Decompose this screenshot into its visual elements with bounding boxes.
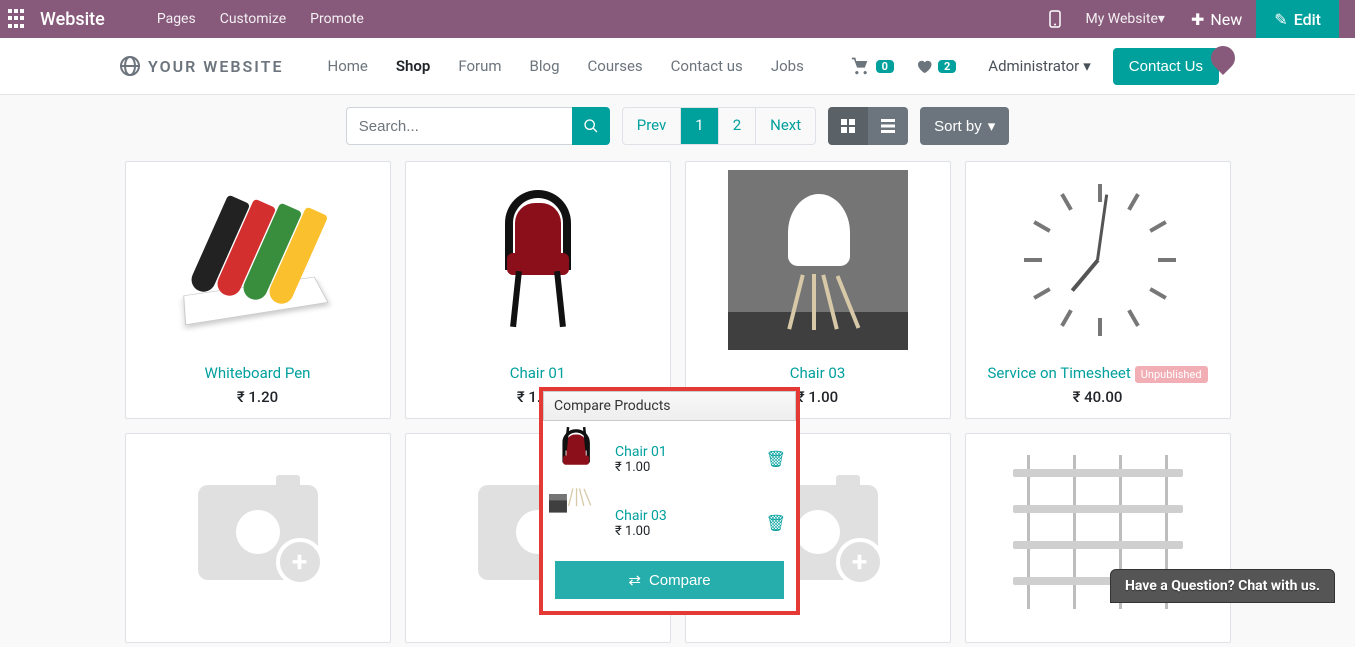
pencil-icon: ✎ <box>1274 10 1287 29</box>
topbar: Website Pages Customize Promote My Websi… <box>0 0 1355 38</box>
mobile-preview-icon[interactable] <box>1037 2 1073 36</box>
sort-label: Sort by <box>934 118 982 135</box>
product-card[interactable] <box>965 433 1231 643</box>
edit-button[interactable]: ✎ Edit <box>1256 0 1339 38</box>
product-card[interactable]: Chair 01 ₹ 1.00 <box>405 161 671 419</box>
product-name[interactable]: Service on Timesheet Unpublished <box>987 364 1207 382</box>
unpublished-badge: Unpublished <box>1135 366 1208 383</box>
wishlist-count: 2 <box>938 60 956 73</box>
view-switch <box>828 107 908 145</box>
chat-widget[interactable]: Have a Question? Chat with us. <box>1110 569 1335 603</box>
cart-icon <box>850 56 872 76</box>
trash-icon[interactable]: 🗑 <box>766 450 786 469</box>
nav-courses[interactable]: Courses <box>574 49 657 83</box>
compare-item: Chair 01 ₹ 1.00 🗑 <box>549 427 790 491</box>
nav-promote[interactable]: Promote <box>298 3 376 35</box>
site-name: YOUR WEBSITE <box>148 57 284 76</box>
plus-icon: ✚ <box>1191 10 1204 29</box>
search-box <box>346 107 610 145</box>
search-input[interactable] <box>346 107 572 145</box>
product-name-text: Service on Timesheet <box>987 364 1130 382</box>
swap-icon: ⇄ <box>628 571 641 589</box>
shop-controls: Prev 1 2 Next Sort by ▾ <box>0 95 1355 157</box>
nav-home[interactable]: Home <box>314 49 382 83</box>
admin-dropdown[interactable]: Administrator ▾ <box>976 49 1103 83</box>
grid-icon <box>841 119 855 133</box>
nav-forum[interactable]: Forum <box>444 49 515 83</box>
product-price: ₹ 40.00 <box>1073 388 1123 406</box>
chevron-down-icon: ▾ <box>988 117 996 135</box>
wishlist-button[interactable]: 2 <box>914 57 956 75</box>
search-icon <box>583 118 599 134</box>
compare-item: Chair 03 ₹ 1.00 🗑 <box>549 491 790 555</box>
new-button[interactable]: ✚ New <box>1177 0 1256 38</box>
site-header: YOUR WEBSITE Home Shop Forum Blog Course… <box>0 38 1355 95</box>
chevron-down-icon: ▾ <box>1158 11 1165 27</box>
compare-thumb <box>549 431 605 487</box>
product-name[interactable]: Whiteboard Pen <box>205 364 311 382</box>
product-name[interactable]: Chair 01 <box>510 364 566 382</box>
compare-item-price: ₹ 1.00 <box>615 524 667 539</box>
compare-thumb <box>549 495 605 551</box>
compare-button[interactable]: ⇄ Compare <box>555 561 784 599</box>
brand-title[interactable]: Website <box>40 9 105 30</box>
my-website-dropdown[interactable]: My Website▾ <box>1073 3 1176 35</box>
trash-icon[interactable]: 🗑 <box>766 514 786 533</box>
compare-panel: Compare Products Chair 01 ₹ 1.00 🗑 Chair… <box>539 387 800 615</box>
compare-button-label: Compare <box>649 572 711 589</box>
grid-view-button[interactable] <box>828 107 868 145</box>
nav-shop[interactable]: Shop <box>382 49 444 83</box>
compare-item-name[interactable]: Chair 01 <box>615 444 667 460</box>
list-icon <box>881 119 895 133</box>
product-image <box>686 162 950 358</box>
edit-label: Edit <box>1294 10 1321 29</box>
globe-icon <box>120 56 140 76</box>
pagination: Prev 1 2 Next <box>622 107 816 145</box>
nav-customize[interactable]: Customize <box>208 3 298 35</box>
pager-next[interactable]: Next <box>756 108 815 144</box>
heart-icon <box>914 57 934 75</box>
compare-body: Chair 01 ₹ 1.00 🗑 Chair 03 ₹ 1.00 🗑 ⇄ Co… <box>543 421 796 611</box>
compare-title: Compare Products <box>543 391 796 421</box>
site-logo[interactable]: YOUR WEBSITE <box>120 56 284 76</box>
product-placeholder <box>126 434 390 630</box>
list-view-button[interactable] <box>868 107 908 145</box>
nav-jobs[interactable]: Jobs <box>757 49 818 83</box>
product-card[interactable]: Service on Timesheet Unpublished ₹ 40.00 <box>965 161 1231 419</box>
product-price: ₹ 1.00 <box>797 388 838 406</box>
product-image <box>966 162 1230 358</box>
my-website-label: My Website <box>1085 11 1157 27</box>
search-button[interactable] <box>572 107 610 145</box>
new-label: New <box>1210 10 1242 29</box>
product-card[interactable]: Whiteboard Pen ₹ 1.20 <box>125 161 391 419</box>
product-price: ₹ 1.20 <box>237 388 278 406</box>
nav-contact[interactable]: Contact us <box>657 49 757 83</box>
contact-us-button[interactable]: Contact Us <box>1113 48 1219 85</box>
chevron-down-icon: ▾ <box>1083 57 1091 75</box>
sort-dropdown[interactable]: Sort by ▾ <box>920 107 1009 145</box>
compare-item-price: ₹ 1.00 <box>615 460 667 475</box>
pager-2[interactable]: 2 <box>719 108 756 144</box>
admin-label: Administrator <box>988 57 1079 75</box>
nav-pages[interactable]: Pages <box>145 3 208 35</box>
product-card[interactable] <box>125 433 391 643</box>
apps-icon[interactable] <box>8 9 28 29</box>
product-card[interactable]: Chair 03 ₹ 1.00 <box>685 161 951 419</box>
compare-item-name[interactable]: Chair 03 <box>615 508 667 524</box>
product-image <box>126 162 390 358</box>
cart-button[interactable]: 0 <box>850 56 894 76</box>
pager-1[interactable]: 1 <box>681 108 718 144</box>
product-image <box>406 162 670 358</box>
cart-count: 0 <box>876 60 894 73</box>
nav-blog[interactable]: Blog <box>516 49 574 83</box>
product-name[interactable]: Chair 03 <box>790 364 846 382</box>
pager-prev[interactable]: Prev <box>623 108 682 144</box>
